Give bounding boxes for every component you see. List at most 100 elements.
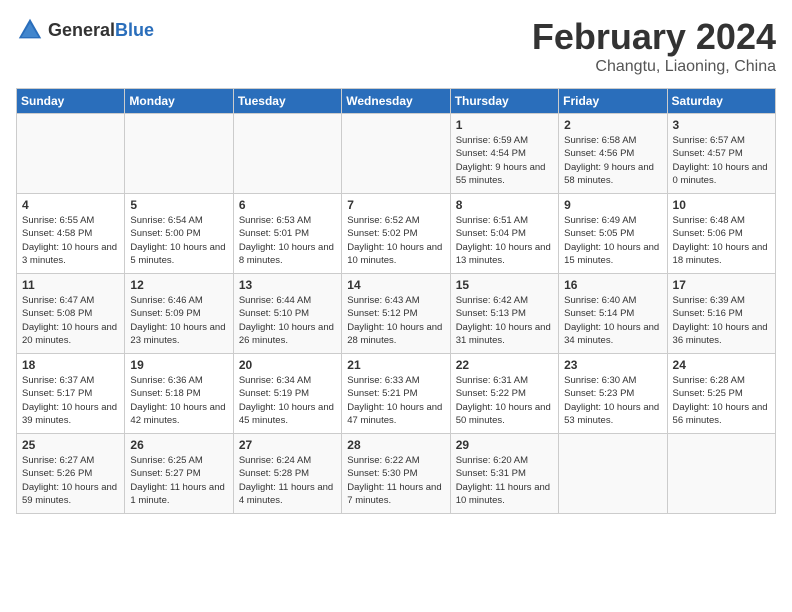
calendar-cell xyxy=(125,114,233,194)
logo-text-blue: Blue xyxy=(115,20,154,40)
day-number: 7 xyxy=(347,198,444,212)
calendar-cell: 25Sunrise: 6:27 AM Sunset: 5:26 PM Dayli… xyxy=(17,434,125,514)
day-number: 8 xyxy=(456,198,553,212)
calendar-cell xyxy=(559,434,667,514)
day-info: Sunrise: 6:34 AM Sunset: 5:19 PM Dayligh… xyxy=(239,374,336,427)
logo: GeneralBlue xyxy=(16,16,154,44)
calendar-cell: 26 Sunrise: 6:25 AM Sunset: 5:27 PM Dayli… xyxy=(125,434,233,514)
logo-text-general: General xyxy=(48,20,115,40)
calendar-cell: 10Sunrise: 6:48 AM Sunset: 5:06 PM Dayli… xyxy=(667,194,775,274)
day-info: Sunrise: 6:33 AM Sunset: 5:21 PM Dayligh… xyxy=(347,374,444,427)
day-info: Sunrise: 6:44 AM Sunset: 5:10 PM Dayligh… xyxy=(239,294,336,347)
calendar-cell: 9 Sunrise: 6:49 AM Sunset: 5:05 PM Daylig… xyxy=(559,194,667,274)
day-number: 4 xyxy=(22,198,119,212)
calendar-body: 1 Sunrise: 6:59 AM Sunset: 4:54 PM Daylig… xyxy=(17,114,776,514)
day-info: Sunrise: 6:39 AM Sunset: 5:16 PM Dayligh… xyxy=(673,294,770,347)
weekday-header-cell: Saturday xyxy=(667,89,775,114)
calendar-cell: 8Sunrise: 6:51 AM Sunset: 5:04 PM Daylig… xyxy=(450,194,558,274)
calendar-week-row: 1 Sunrise: 6:59 AM Sunset: 4:54 PM Daylig… xyxy=(17,114,776,194)
day-number: 12 xyxy=(130,278,227,292)
day-number: 17 xyxy=(673,278,770,292)
day-number: 21 xyxy=(347,358,444,372)
calendar-cell: 24 Sunrise: 6:28 AM Sunset: 5:25 PM Dayli… xyxy=(667,354,775,434)
title-block: February 2024 Changtu, Liaoning, China xyxy=(532,16,776,76)
day-number: 11 xyxy=(22,278,119,292)
weekday-header-cell: Monday xyxy=(125,89,233,114)
day-info: Sunrise: 6:28 AM Sunset: 5:25 PM Dayligh… xyxy=(673,374,770,427)
calendar-week-row: 11 Sunrise: 6:47 AM Sunset: 5:08 PM Dayli… xyxy=(17,274,776,354)
calendar-week-row: 4 Sunrise: 6:55 AM Sunset: 4:58 PM Daylig… xyxy=(17,194,776,274)
calendar-cell xyxy=(667,434,775,514)
day-number: 23 xyxy=(564,358,661,372)
weekday-header-cell: Friday xyxy=(559,89,667,114)
calendar-cell xyxy=(342,114,450,194)
calendar-cell: 11 Sunrise: 6:47 AM Sunset: 5:08 PM Dayli… xyxy=(17,274,125,354)
day-number: 19 xyxy=(130,358,227,372)
day-info: Sunrise: 6:37 AM Sunset: 5:17 PM Dayligh… xyxy=(22,374,119,427)
calendar-cell: 7 Sunrise: 6:52 AM Sunset: 5:02 PM Daylig… xyxy=(342,194,450,274)
calendar-cell: 29 Sunrise: 6:20 AM Sunset: 5:31 PM Dayli… xyxy=(450,434,558,514)
day-number: 6 xyxy=(239,198,336,212)
calendar-cell: 3 Sunrise: 6:57 AM Sunset: 4:57 PM Daylig… xyxy=(667,114,775,194)
calendar-cell: 5 Sunrise: 6:54 AM Sunset: 5:00 PM Daylig… xyxy=(125,194,233,274)
weekday-header-cell: Tuesday xyxy=(233,89,341,114)
calendar-week-row: 25Sunrise: 6:27 AM Sunset: 5:26 PM Dayli… xyxy=(17,434,776,514)
day-number: 25 xyxy=(22,438,119,452)
day-info: Sunrise: 6:30 AM Sunset: 5:23 PM Dayligh… xyxy=(564,374,661,427)
day-number: 22 xyxy=(456,358,553,372)
day-info: Sunrise: 6:36 AM Sunset: 5:18 PM Dayligh… xyxy=(130,374,227,427)
calendar-cell xyxy=(17,114,125,194)
calendar-cell: 4 Sunrise: 6:55 AM Sunset: 4:58 PM Daylig… xyxy=(17,194,125,274)
day-number: 5 xyxy=(130,198,227,212)
calendar-week-row: 18 Sunrise: 6:37 AM Sunset: 5:17 PM Dayli… xyxy=(17,354,776,434)
day-info: Sunrise: 6:57 AM Sunset: 4:57 PM Dayligh… xyxy=(673,134,770,187)
calendar-cell: 27Sunrise: 6:24 AM Sunset: 5:28 PM Dayli… xyxy=(233,434,341,514)
calendar-cell: 21 Sunrise: 6:33 AM Sunset: 5:21 PM Dayli… xyxy=(342,354,450,434)
calendar-cell: 14 Sunrise: 6:43 AM Sunset: 5:12 PM Dayli… xyxy=(342,274,450,354)
day-info: Sunrise: 6:53 AM Sunset: 5:01 PM Dayligh… xyxy=(239,214,336,267)
location-title: Changtu, Liaoning, China xyxy=(532,58,776,76)
day-number: 28 xyxy=(347,438,444,452)
calendar-cell: 2Sunrise: 6:58 AM Sunset: 4:56 PM Daylig… xyxy=(559,114,667,194)
day-info: Sunrise: 6:43 AM Sunset: 5:12 PM Dayligh… xyxy=(347,294,444,347)
weekday-header-cell: Sunday xyxy=(17,89,125,114)
weekday-header-cell: Wednesday xyxy=(342,89,450,114)
calendar-cell: 6 Sunrise: 6:53 AM Sunset: 5:01 PM Daylig… xyxy=(233,194,341,274)
day-number: 15 xyxy=(456,278,553,292)
calendar-table: SundayMondayTuesdayWednesdayThursdayFrid… xyxy=(16,88,776,514)
calendar-cell: 15Sunrise: 6:42 AM Sunset: 5:13 PM Dayli… xyxy=(450,274,558,354)
calendar-cell: 12 Sunrise: 6:46 AM Sunset: 5:09 PM Dayli… xyxy=(125,274,233,354)
day-number: 3 xyxy=(673,118,770,132)
day-info: Sunrise: 6:55 AM Sunset: 4:58 PM Dayligh… xyxy=(22,214,119,267)
day-number: 18 xyxy=(22,358,119,372)
calendar-cell: 16Sunrise: 6:40 AM Sunset: 5:14 PM Dayli… xyxy=(559,274,667,354)
day-info: Sunrise: 6:40 AM Sunset: 5:14 PM Dayligh… xyxy=(564,294,661,347)
day-info: Sunrise: 6:54 AM Sunset: 5:00 PM Dayligh… xyxy=(130,214,227,267)
calendar-cell: 22 Sunrise: 6:31 AM Sunset: 5:22 PM Dayli… xyxy=(450,354,558,434)
day-number: 24 xyxy=(673,358,770,372)
calendar-cell: 18 Sunrise: 6:37 AM Sunset: 5:17 PM Dayli… xyxy=(17,354,125,434)
calendar-cell xyxy=(233,114,341,194)
day-info: Sunrise: 6:58 AM Sunset: 4:56 PM Dayligh… xyxy=(564,134,661,187)
day-number: 1 xyxy=(456,118,553,132)
day-info: Sunrise: 6:49 AM Sunset: 5:05 PM Dayligh… xyxy=(564,214,661,267)
day-info: Sunrise: 6:47 AM Sunset: 5:08 PM Dayligh… xyxy=(22,294,119,347)
day-info: Sunrise: 6:59 AM Sunset: 4:54 PM Dayligh… xyxy=(456,134,553,187)
logo-icon xyxy=(16,16,44,44)
calendar-cell: 20 Sunrise: 6:34 AM Sunset: 5:19 PM Dayli… xyxy=(233,354,341,434)
calendar-cell: 23 Sunrise: 6:30 AM Sunset: 5:23 PM Dayli… xyxy=(559,354,667,434)
page-header: GeneralBlue February 2024 Changtu, Liaon… xyxy=(16,16,776,76)
day-number: 14 xyxy=(347,278,444,292)
day-info: Sunrise: 6:52 AM Sunset: 5:02 PM Dayligh… xyxy=(347,214,444,267)
day-number: 13 xyxy=(239,278,336,292)
day-number: 26 xyxy=(130,438,227,452)
day-info: Sunrise: 6:25 AM Sunset: 5:27 PM Dayligh… xyxy=(130,454,227,507)
day-number: 29 xyxy=(456,438,553,452)
day-number: 9 xyxy=(564,198,661,212)
day-info: Sunrise: 6:20 AM Sunset: 5:31 PM Dayligh… xyxy=(456,454,553,507)
day-info: Sunrise: 6:31 AM Sunset: 5:22 PM Dayligh… xyxy=(456,374,553,427)
calendar-cell: 1 Sunrise: 6:59 AM Sunset: 4:54 PM Daylig… xyxy=(450,114,558,194)
day-number: 20 xyxy=(239,358,336,372)
weekday-header-row: SundayMondayTuesdayWednesdayThursdayFrid… xyxy=(17,89,776,114)
day-info: Sunrise: 6:46 AM Sunset: 5:09 PM Dayligh… xyxy=(130,294,227,347)
